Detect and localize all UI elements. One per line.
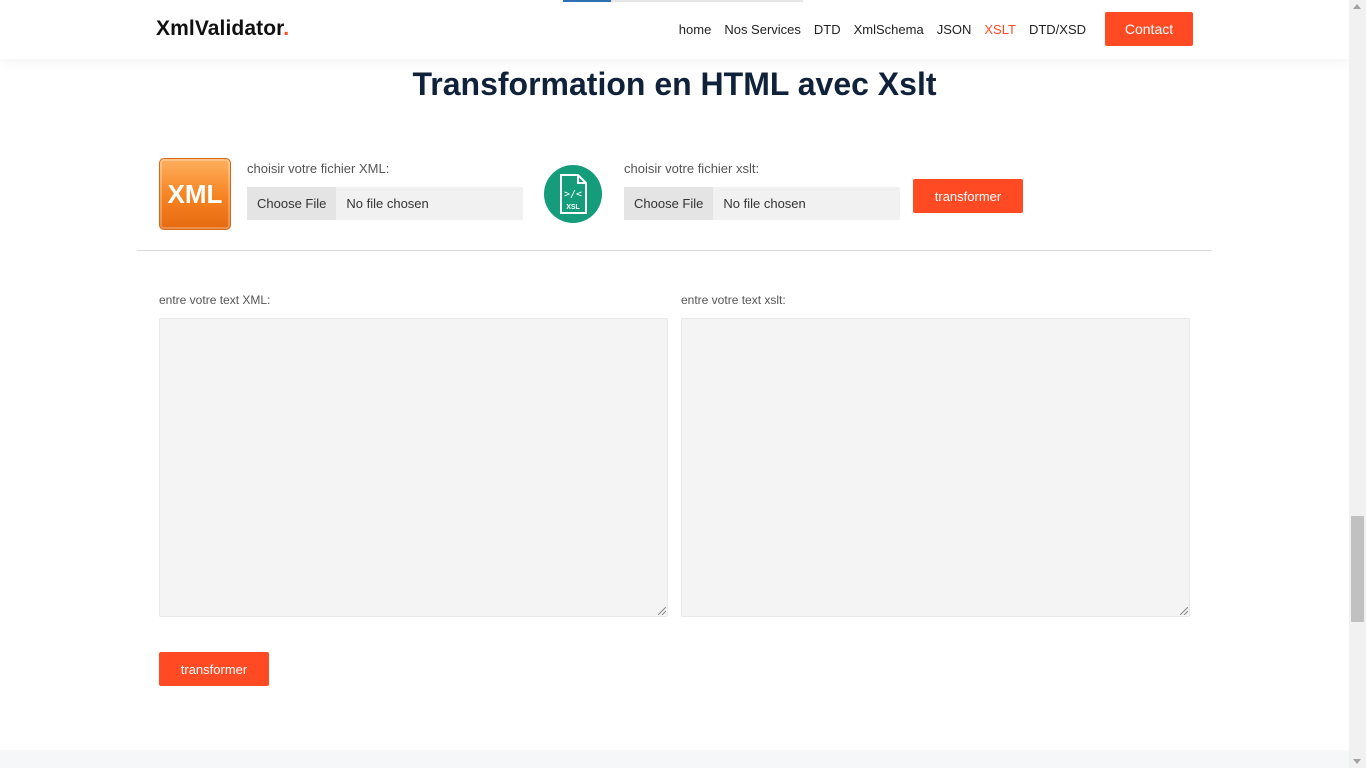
logo-dot: . bbox=[283, 17, 290, 40]
xslt-file-input[interactable]: Choose File No file chosen bbox=[624, 187, 900, 220]
xml-file-status: No file chosen bbox=[346, 196, 429, 211]
xslt-file-label: choisir votre fichier xslt: bbox=[624, 161, 760, 176]
transform-text-button[interactable]: transformer bbox=[159, 652, 269, 686]
page: XmlValidator. home Nos Services DTD XmlS… bbox=[0, 0, 1349, 768]
nav-dtd-xsd[interactable]: DTD/XSD bbox=[1029, 22, 1086, 37]
xsl-document-icon: >/< XSL bbox=[560, 174, 587, 214]
site-logo[interactable]: XmlValidator. bbox=[156, 17, 289, 41]
nav-xmlschema[interactable]: XmlSchema bbox=[854, 22, 924, 37]
nav-xslt[interactable]: XSLT bbox=[984, 22, 1016, 37]
xslt-text-area[interactable] bbox=[681, 318, 1190, 617]
page-scrollbar[interactable] bbox=[1349, 0, 1366, 768]
transform-files-button[interactable]: transformer bbox=[913, 179, 1023, 213]
site-header: XmlValidator. home Nos Services DTD XmlS… bbox=[0, 0, 1349, 59]
nav-services[interactable]: Nos Services bbox=[724, 22, 801, 37]
xml-textarea-resize-icon[interactable] bbox=[658, 607, 666, 615]
xslt-file-status: No file chosen bbox=[723, 196, 806, 211]
main-nav: home Nos Services DTD XmlSchema JSON XSL… bbox=[679, 22, 1086, 37]
page-progress-fill bbox=[563, 0, 611, 2]
xsl-file-icon: >/< XSL bbox=[544, 165, 602, 223]
page-title: Transformation en HTML avec Xslt bbox=[412, 66, 937, 102]
xml-file-label: choisir votre fichier XML: bbox=[247, 161, 390, 176]
scroll-up-arrow-icon[interactable] bbox=[1353, 4, 1361, 9]
xslt-text-label: entre votre text xslt: bbox=[681, 293, 786, 307]
svg-text:>/<: >/< bbox=[564, 189, 582, 200]
xslt-textarea-resize-icon[interactable] bbox=[1180, 607, 1188, 615]
xml-icon-text: XML bbox=[167, 178, 223, 209]
xml-file-input[interactable]: Choose File No file chosen bbox=[247, 187, 523, 220]
nav-dtd[interactable]: DTD bbox=[814, 22, 841, 37]
xslt-choose-file-button[interactable]: Choose File bbox=[624, 187, 714, 220]
scroll-down-arrow-icon[interactable] bbox=[1353, 759, 1361, 764]
xsl-icon-text: XSL bbox=[566, 204, 580, 211]
xml-file-icon: XML bbox=[159, 158, 231, 230]
page-progress-track bbox=[563, 0, 803, 2]
xml-text-area[interactable] bbox=[159, 318, 668, 617]
footer-band bbox=[0, 750, 1349, 768]
xml-choose-file-button[interactable]: Choose File bbox=[247, 187, 337, 220]
section-divider bbox=[137, 250, 1212, 251]
xml-text-label: entre votre text XML: bbox=[159, 293, 271, 307]
scroll-thumb[interactable] bbox=[1351, 516, 1364, 622]
nav-home[interactable]: home bbox=[679, 22, 712, 37]
logo-text: XmlValidator bbox=[156, 17, 284, 40]
contact-button[interactable]: Contact bbox=[1105, 12, 1193, 46]
nav-json[interactable]: JSON bbox=[937, 22, 972, 37]
